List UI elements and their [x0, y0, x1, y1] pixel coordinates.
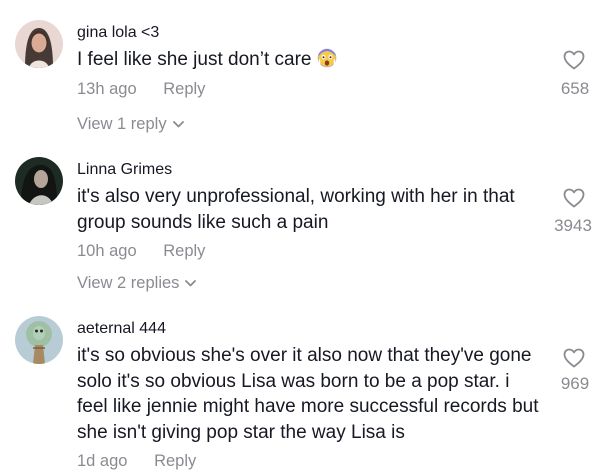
heart-icon[interactable] — [563, 348, 585, 368]
view-replies-button[interactable]: View 1 reply — [77, 114, 184, 134]
comment-timestamp: 13h ago — [77, 80, 137, 98]
heart-icon[interactable] — [563, 188, 585, 208]
view-replies-button[interactable]: View 2 replies — [77, 273, 197, 293]
reply-button[interactable]: Reply — [163, 80, 205, 98]
avatar[interactable] — [15, 157, 63, 205]
comment-timestamp: 10h ago — [77, 242, 137, 260]
like-count: 969 — [560, 374, 590, 393]
reply-button[interactable]: Reply — [163, 242, 205, 260]
comment-meta: 13h ago Reply — [77, 80, 205, 99]
comment-meta: 10h ago Reply — [77, 242, 205, 261]
chevron-down-icon — [185, 273, 197, 292]
chevron-down-icon — [172, 114, 184, 133]
like-count: 658 — [560, 79, 590, 98]
comment-username[interactable]: aeternal 444 — [77, 320, 166, 338]
comment-text-content: I feel like she just don’t care — [77, 49, 312, 70]
reply-button[interactable]: Reply — [154, 452, 196, 470]
comment-item: gina lola <3 I feel like she just don’t … — [0, 0, 603, 150]
heart-icon[interactable] — [563, 50, 585, 70]
comment-username[interactable]: gina lola <3 — [77, 24, 159, 42]
comment-item: Linna Grimes it's also very unprofession… — [0, 150, 603, 300]
scared-face-emoji-icon — [317, 48, 337, 76]
comment-meta: 1d ago Reply — [77, 452, 196, 471]
like-count: 3943 — [554, 216, 592, 235]
comment-item: aeternal 444 it's so obvious she's over … — [0, 310, 603, 472]
comment-text: it's also very unprofessional, working w… — [77, 186, 515, 233]
avatar[interactable] — [15, 20, 63, 68]
comment-text: I feel like she just don’t care — [77, 47, 547, 76]
comment-text: it's so obvious she's over it also now t… — [77, 345, 539, 443]
view-replies-label: View 1 reply — [77, 115, 167, 133]
avatar[interactable] — [15, 316, 63, 364]
view-replies-label: View 2 replies — [77, 274, 180, 292]
comment-username[interactable]: Linna Grimes — [77, 161, 172, 179]
comment-timestamp: 1d ago — [77, 452, 128, 470]
